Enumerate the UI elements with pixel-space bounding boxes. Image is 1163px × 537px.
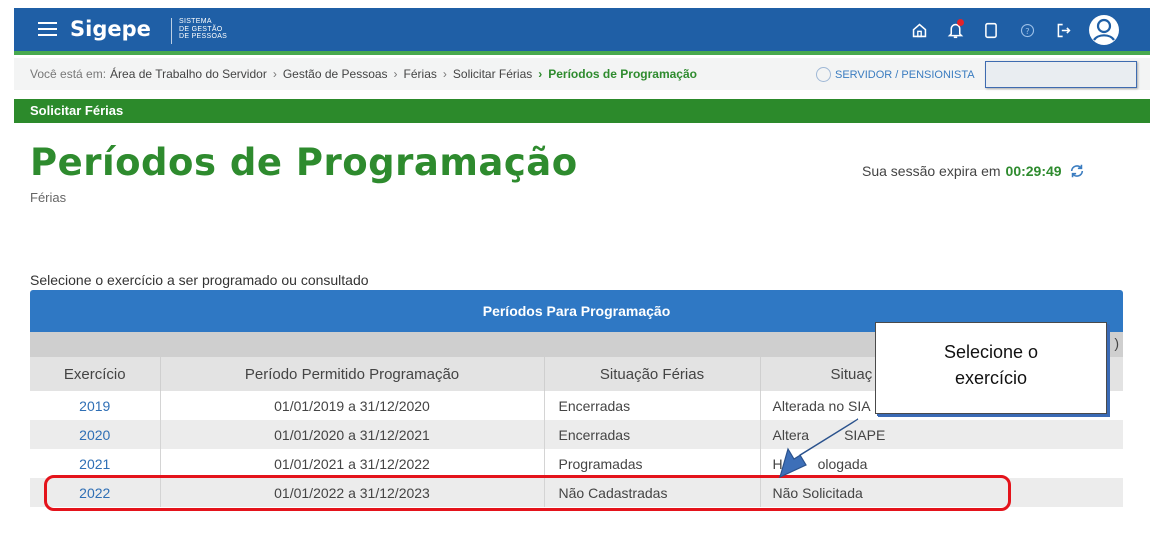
breadcrumb-item[interactable]: Gestão de Pessoas — [283, 67, 388, 81]
breadcrumb: Você está em: Área de Trabalho do Servid… — [14, 58, 1150, 90]
breadcrumb-item[interactable]: Férias — [404, 67, 437, 81]
notification-badge — [957, 19, 964, 26]
brand-divider — [171, 18, 172, 44]
chevron-right-icon: › — [538, 67, 543, 81]
exercise-year-link[interactable]: 2021 — [30, 449, 161, 478]
bell-icon[interactable] — [944, 19, 966, 41]
page-subtitle: Férias — [30, 190, 67, 205]
app-subtitle-line: SISTEMA — [179, 18, 212, 25]
section-title: Solicitar Férias — [30, 103, 124, 118]
role-label: SERVIDOR / PENSIONISTA — [835, 68, 975, 81]
breadcrumb-item[interactable]: Área de Trabalho do Servidor — [110, 67, 267, 81]
refresh-icon[interactable] — [1068, 163, 1086, 179]
filter-row-text: ) — [1114, 335, 1119, 351]
callout-text: exercício — [954, 368, 1028, 388]
pointer-arrow-icon — [779, 418, 859, 479]
page-title: Períodos de Programação — [30, 141, 578, 184]
logout-icon[interactable] — [1052, 19, 1074, 41]
allowed-period: 01/01/2021 a 31/12/2022 — [160, 449, 545, 478]
allowed-period: 01/01/2019 a 31/12/2020 — [160, 391, 545, 420]
role-selector[interactable]: SERVIDOR / PENSIONISTA — [816, 67, 975, 82]
exercise-year-link[interactable]: 2020 — [30, 420, 161, 449]
callout-box: Selecione o exercício — [875, 322, 1107, 414]
top-header: Sigepe SISTEMA DE GESTÃO DE PESSOAS ? — [14, 8, 1150, 55]
session-label: Sua sessão expira em — [862, 163, 1001, 179]
section-bar: Solicitar Férias — [14, 99, 1150, 123]
exercise-year-link[interactable]: 2019 — [30, 391, 161, 420]
table-row[interactable]: 2020 01/01/2020 a 31/12/2021 Encerradas … — [30, 420, 1123, 449]
allowed-period: 01/01/2020 a 31/12/2021 — [160, 420, 545, 449]
user-name-redacted — [985, 61, 1137, 88]
chevron-right-icon: › — [393, 67, 398, 81]
home-icon[interactable] — [908, 19, 930, 41]
chevron-right-icon: › — [272, 67, 277, 81]
header-actions: ? — [908, 14, 1120, 46]
vacation-status: Encerradas — [544, 391, 761, 420]
app-subtitle-line: DE PESSOAS — [179, 33, 228, 40]
session-timer: Sua sessão expira em 00:29:49 — [862, 163, 1086, 179]
svg-text:?: ? — [1025, 25, 1029, 35]
highlight-outline — [44, 475, 1011, 511]
breadcrumb-item[interactable]: Solicitar Férias — [453, 67, 532, 81]
document-icon[interactable] — [980, 19, 1002, 41]
profile-switch-icon — [816, 67, 831, 82]
column-header-exercise[interactable]: Exercício — [30, 357, 161, 391]
app-logo[interactable]: Sigepe — [70, 17, 151, 41]
hamburger-menu-icon[interactable] — [38, 22, 57, 37]
user-avatar-icon[interactable] — [1088, 14, 1120, 46]
table-row[interactable]: 2021 01/01/2021 a 31/12/2022 Programadas… — [30, 449, 1123, 478]
vacation-status: Programadas — [544, 449, 761, 478]
vacation-status: Encerradas — [544, 420, 761, 449]
breadcrumb-current: Períodos de Programação — [548, 67, 697, 81]
help-icon[interactable]: ? — [1016, 19, 1038, 41]
breadcrumb-prefix: Você está em: — [30, 67, 107, 81]
column-header-vacation-status[interactable]: Situação Férias — [544, 357, 761, 391]
chevron-right-icon: › — [442, 67, 447, 81]
instruction-text: Selecione o exercício a ser programado o… — [30, 272, 369, 288]
callout-text: Selecione o — [943, 342, 1039, 362]
column-header-period[interactable]: Período Permitido Programação — [160, 357, 545, 391]
app-subtitle-line: DE GESTÃO — [179, 25, 223, 33]
app-subtitle: SISTEMA DE GESTÃO DE PESSOAS — [179, 18, 227, 41]
session-countdown: 00:29:49 — [1005, 163, 1062, 179]
